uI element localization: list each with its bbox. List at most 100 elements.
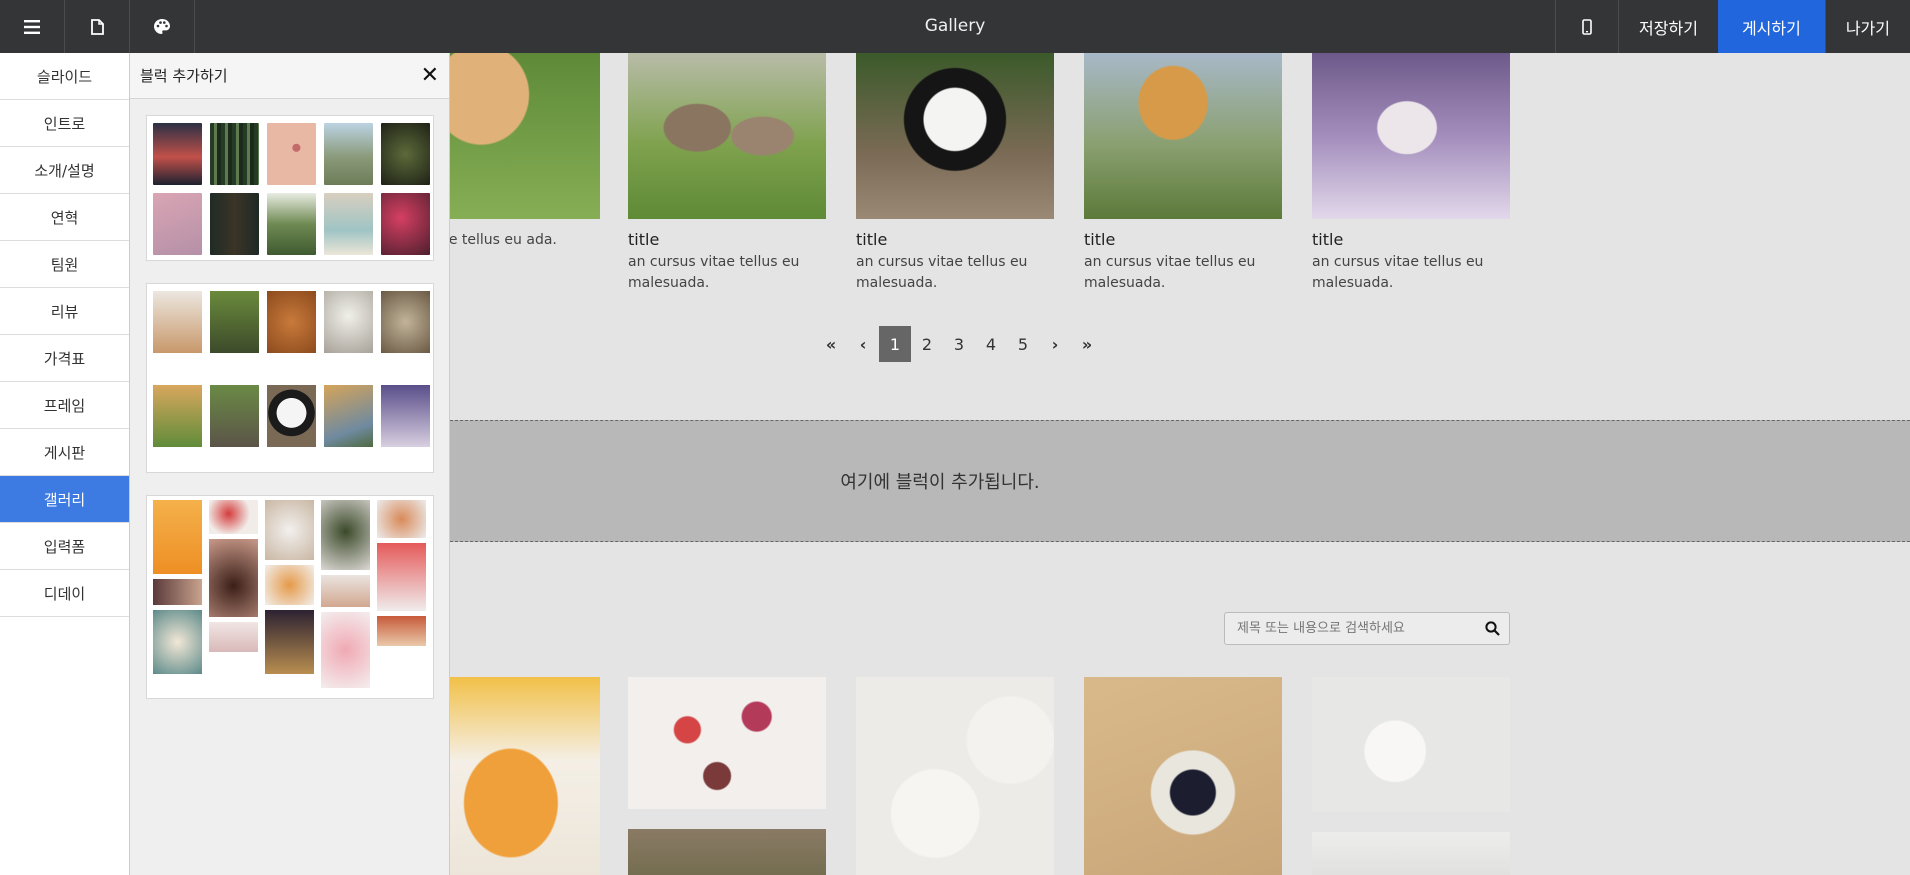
block-drop-zone[interactable]: 여기에 블럭이 추가됩니다.	[450, 420, 1910, 542]
pagination-last-button[interactable]: »	[1071, 326, 1103, 362]
sidebar-item-history[interactable]: 연혁	[0, 194, 129, 241]
thumbnail-image	[209, 500, 258, 534]
menu-button[interactable]	[0, 0, 65, 53]
sidebar-item-frame[interactable]: 프레임	[0, 382, 129, 429]
thumbnail-image	[381, 193, 430, 255]
card-image-dog	[450, 53, 600, 219]
thumbnail-image	[324, 291, 373, 353]
food-image-cutlery[interactable]	[1312, 832, 1510, 875]
thumbnail-image	[265, 500, 314, 560]
thumbnail-image	[210, 193, 259, 255]
mobile-icon	[1582, 18, 1592, 35]
sidebar-item-review[interactable]: 리뷰	[0, 288, 129, 335]
theme-button[interactable]	[130, 0, 195, 53]
sidebar-item-intro[interactable]: 인트로	[0, 100, 129, 147]
panel-title: 블럭 추가하기	[140, 67, 228, 85]
pagination-page-2[interactable]: 2	[911, 326, 943, 362]
thumbnail-image	[267, 193, 316, 255]
pagination-next-button[interactable]: ›	[1039, 326, 1071, 362]
gallery-template-nature[interactable]	[146, 115, 434, 261]
sidebar-item-team[interactable]: 팀원	[0, 241, 129, 288]
thumbnail-image	[153, 579, 202, 605]
gallery-card[interactable]: title an cursus vitae tellus eu malesuad…	[856, 53, 1054, 294]
card-title: title	[856, 230, 888, 249]
thumbnail-image	[321, 612, 370, 688]
block-category-sidebar: 슬라이드 인트로 소개/설명 연혁 팀원 리뷰 가격표 프레임 게시판 갤러리 …	[0, 53, 130, 875]
thumbnail-image	[267, 385, 316, 447]
sidebar-item-about[interactable]: 소개/설명	[0, 147, 129, 194]
card-title: title	[628, 230, 660, 249]
thumbnail-image	[377, 616, 426, 646]
thumbnail-image	[381, 291, 430, 353]
food-image-cake[interactable]	[1312, 677, 1510, 812]
thumbnail-image	[209, 622, 258, 652]
pagination-page-4[interactable]: 4	[975, 326, 1007, 362]
thumbnail-image	[377, 543, 426, 611]
gallery-search	[1224, 612, 1510, 645]
food-image-bowls[interactable]	[628, 677, 826, 809]
save-button[interactable]: 저장하기	[1618, 0, 1718, 53]
sidebar-item-pricing[interactable]: 가격표	[0, 335, 129, 382]
thumbnail-image	[265, 610, 314, 674]
exit-button[interactable]: 나가기	[1824, 0, 1910, 53]
food-image-berries[interactable]	[1084, 677, 1282, 875]
food-image-juice[interactable]	[450, 677, 600, 875]
publish-button[interactable]: 게시하기	[1717, 0, 1825, 53]
panel-header: 블럭 추가하기 ✕	[130, 53, 449, 99]
pagination-page-3[interactable]: 3	[943, 326, 975, 362]
thumbnail-image	[324, 385, 373, 447]
thumbnail-image	[381, 385, 430, 447]
thumbnail-image	[267, 123, 316, 185]
thumbnail-image	[153, 385, 202, 447]
card-description: us vitae tellus eu ada.	[450, 232, 557, 248]
add-block-panel: 블럭 추가하기 ✕	[130, 53, 450, 875]
card-description: an cursus vitae tellus eu malesuada.	[856, 254, 1028, 291]
thumbnail-image	[153, 123, 202, 185]
thumbnail-image	[381, 123, 430, 185]
thumbnail-image	[153, 500, 202, 574]
gallery-template-cards[interactable]	[146, 283, 434, 473]
card-title: title	[1312, 230, 1344, 249]
thumbnail-image	[209, 539, 258, 617]
thumbnail-image	[210, 385, 259, 447]
sidebar-item-form[interactable]: 입력폼	[0, 523, 129, 570]
card-description: an cursus vitae tellus eu malesuada.	[1312, 254, 1484, 291]
thumbnail-image	[324, 123, 373, 185]
gallery-card[interactable]: title an cursus vitae tellus eu malesuad…	[628, 53, 826, 294]
close-icon[interactable]: ✕	[421, 63, 439, 88]
card-image-fox	[1312, 53, 1510, 219]
page-button[interactable]	[65, 0, 130, 53]
pagination-prev-button[interactable]: ‹	[847, 326, 879, 362]
food-image-pastry[interactable]	[856, 677, 1054, 875]
pagination-page-5[interactable]: 5	[1007, 326, 1039, 362]
editor-canvas: us vitae tellus eu ada. title an cursus …	[450, 53, 1910, 875]
card-image-kangaroo	[628, 53, 826, 219]
search-input[interactable]	[1225, 613, 1475, 644]
card-description: an cursus vitae tellus eu malesuada.	[628, 254, 800, 291]
thumbnail-image	[321, 500, 370, 570]
thumbnail-image	[267, 291, 316, 353]
card-description: an cursus vitae tellus eu malesuada.	[1084, 254, 1256, 291]
gallery-card[interactable]: title an cursus vitae tellus eu malesuad…	[1084, 53, 1282, 294]
pagination-first-button[interactable]: «	[815, 326, 847, 362]
thumbnail-image	[377, 500, 426, 538]
thumbnail-image	[324, 193, 373, 255]
search-icon[interactable]	[1475, 621, 1509, 636]
gallery-template-masonry[interactable]	[146, 495, 434, 699]
mobile-preview-button[interactable]	[1555, 0, 1618, 53]
gallery-card[interactable]: us vitae tellus eu ada.	[450, 53, 600, 251]
sidebar-item-board[interactable]: 게시판	[0, 429, 129, 476]
thumbnail-image	[210, 291, 259, 353]
sidebar-item-slide[interactable]: 슬라이드	[0, 53, 129, 100]
gallery-card[interactable]: title an cursus vitae tellus eu malesuad…	[1312, 53, 1510, 294]
pagination-page-1[interactable]: 1	[879, 326, 911, 362]
sidebar-item-dday[interactable]: 디데이	[0, 570, 129, 617]
card-image-panda	[856, 53, 1054, 219]
card-title: title	[1084, 230, 1116, 249]
sidebar-item-gallery[interactable]: 갤러리	[0, 476, 129, 523]
thumbnail-image	[321, 575, 370, 607]
thumbnail-image	[210, 123, 259, 185]
drop-zone-text: 여기에 블럭이 추가됩니다.	[840, 472, 1040, 493]
palette-icon	[154, 19, 170, 34]
food-image-salad[interactable]	[628, 829, 826, 875]
